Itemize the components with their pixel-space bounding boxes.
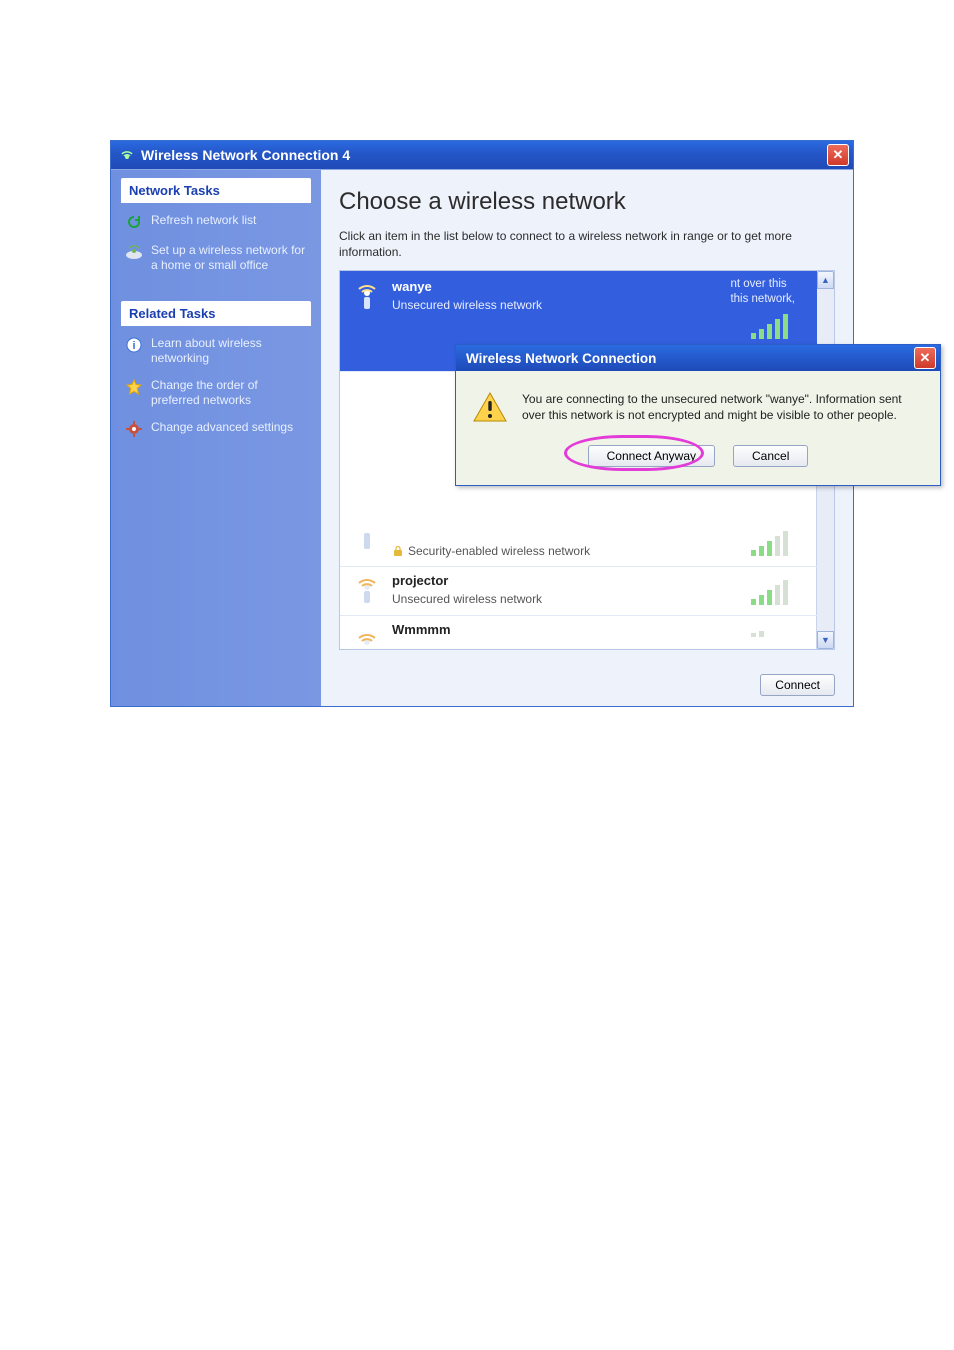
dialog-message: You are connecting to the unsecured netw…	[522, 391, 924, 423]
scroll-up-button[interactable]: ▲	[817, 271, 834, 289]
connect-anyway-button[interactable]: Connect Anyway	[588, 445, 715, 467]
task-label: Set up a wireless network for a home or …	[151, 243, 309, 273]
task-label: Change the order of preferred networks	[151, 378, 309, 408]
network-security: Unsecured wireless network	[392, 298, 542, 312]
related-tasks-header: Related Tasks	[121, 301, 311, 326]
task-label: Learn about wireless networking	[151, 336, 309, 366]
main-panel: Choose a wireless network Click an item …	[321, 170, 853, 706]
window-titlebar[interactable]: Wireless Network Connection 4 ✕	[111, 141, 853, 169]
task-change-advanced[interactable]: Change advanced settings	[121, 414, 311, 444]
network-item-wmmmm[interactable]: Wmmmm	[340, 616, 817, 650]
sidebar: Network Tasks Refresh network list Set u…	[111, 170, 321, 706]
unsecured-warning-dialog: Wireless Network Connection ✕ You are co…	[455, 344, 941, 486]
signal-strength-icon	[749, 625, 795, 650]
window-title: Wireless Network Connection 4	[141, 147, 827, 163]
access-point-icon	[350, 279, 384, 313]
task-refresh-network-list[interactable]: Refresh network list	[121, 207, 311, 237]
signal-strength-icon	[749, 313, 795, 341]
page-title: Choose a wireless network	[339, 188, 835, 216]
warning-icon	[472, 391, 508, 423]
network-ssid: wanye	[392, 279, 542, 294]
refresh-icon	[125, 213, 143, 231]
network-tasks-header: Network Tasks	[121, 178, 311, 203]
access-point-icon	[350, 524, 384, 558]
network-item-projector[interactable]: projector Unsecured wireless network	[340, 567, 817, 616]
connect-button[interactable]: Connect	[760, 674, 835, 696]
access-point-icon	[350, 573, 384, 607]
dialog-titlebar[interactable]: Wireless Network Connection ✕	[456, 345, 940, 371]
task-change-order[interactable]: Change the order of preferred networks	[121, 372, 311, 414]
dialog-title: Wireless Network Connection	[466, 351, 656, 366]
scroll-down-button[interactable]: ▼	[817, 631, 834, 649]
access-point-icon	[350, 622, 384, 650]
info-icon: i	[125, 336, 143, 354]
gear-icon	[125, 420, 143, 438]
signal-strength-icon	[749, 579, 795, 607]
lock-icon	[392, 545, 404, 557]
task-learn-wireless[interactable]: i Learn about wireless networking	[121, 330, 311, 372]
wireless-network-window: Wireless Network Connection 4 ✕ Network …	[110, 140, 854, 707]
network-security: Security-enabled wireless network	[392, 544, 590, 558]
network-ssid: Wmmmm	[392, 622, 451, 637]
close-icon: ✕	[920, 350, 931, 366]
cancel-button[interactable]: Cancel	[733, 445, 808, 467]
star-icon	[125, 378, 143, 396]
network-security: Unsecured wireless network	[392, 592, 542, 606]
task-setup-wireless-network[interactable]: Set up a wireless network for a home or …	[121, 237, 311, 279]
dialog-close-button[interactable]: ✕	[914, 347, 936, 369]
signal-strength-icon	[749, 530, 795, 558]
setup-network-icon	[125, 243, 143, 261]
task-label: Refresh network list	[151, 213, 256, 228]
wireless-icon	[119, 147, 135, 163]
selected-overflow-text: nt over this this network,	[730, 277, 795, 307]
network-ssid: projector	[392, 573, 542, 588]
task-label: Change advanced settings	[151, 420, 293, 435]
svg-text:i: i	[132, 340, 135, 352]
instruction-text: Click an item in the list below to conne…	[339, 228, 835, 260]
window-close-button[interactable]: ✕	[827, 144, 849, 166]
close-icon: ✕	[833, 147, 844, 163]
